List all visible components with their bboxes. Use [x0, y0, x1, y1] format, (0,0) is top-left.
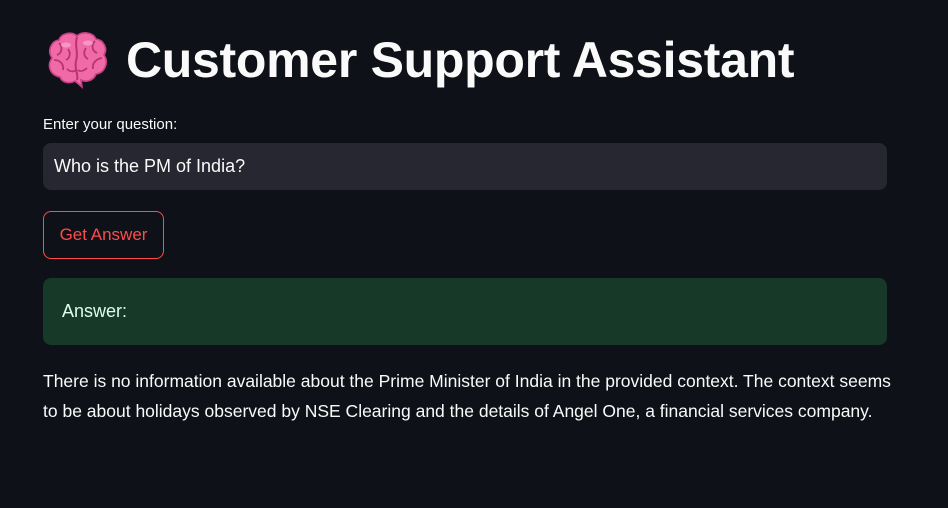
question-label: Enter your question: — [43, 116, 178, 133]
answer-alert: Answer: — [43, 278, 887, 345]
brain-icon — [46, 31, 108, 89]
app-page: Customer Support Assistant Enter your qu… — [0, 0, 948, 508]
page-title: Customer Support Assistant — [126, 32, 795, 88]
get-answer-button[interactable]: Get Answer — [43, 211, 164, 259]
answer-text: There is no information available about … — [43, 371, 891, 421]
question-input[interactable] — [43, 143, 887, 190]
answer-label: Answer: — [62, 301, 128, 321]
header: Customer Support Assistant — [46, 28, 795, 92]
